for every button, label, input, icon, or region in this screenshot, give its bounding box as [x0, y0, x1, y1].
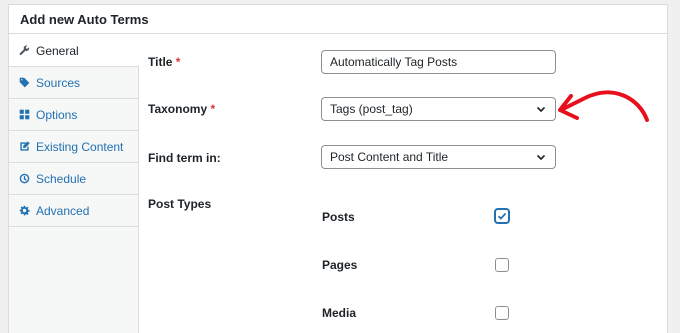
find-term-select[interactable]: Post Content and Title [321, 145, 556, 169]
chevron-down-icon [536, 154, 546, 161]
sidebar-item-options[interactable]: Options [9, 99, 138, 131]
panel-title: Add new Auto Terms [9, 5, 667, 34]
post-types-label: Post Types [148, 197, 212, 211]
taxonomy-label: Taxonomy * [148, 102, 216, 116]
sidebar-item-advanced[interactable]: Advanced [9, 195, 138, 227]
tag-icon [19, 77, 30, 88]
checkmark-icon [497, 212, 507, 220]
chevron-down-icon [536, 106, 546, 113]
find-term-label: Find term in: [148, 151, 221, 165]
sidebar-item-label: Advanced [36, 203, 90, 218]
post-type-pages-label: Pages [322, 258, 358, 272]
sidebar-item-existing-content[interactable]: Existing Content [9, 131, 138, 163]
sidebar-item-label: Schedule [36, 171, 87, 186]
taxonomy-select[interactable]: Tags (post_tag) [321, 97, 556, 121]
title-input[interactable]: Automatically Tag Posts [321, 50, 556, 74]
post-type-media-checkbox[interactable] [495, 306, 509, 320]
gear-icon [19, 205, 30, 216]
sidebar-item-label: General [36, 43, 79, 58]
post-type-posts-checkbox[interactable] [495, 209, 509, 223]
clock-icon [19, 173, 30, 184]
sidebar-item-label: Options [36, 107, 78, 122]
sidebar-item-general[interactable]: General [9, 35, 139, 67]
post-type-pages-checkbox[interactable] [495, 258, 509, 272]
title-label: Title * [148, 55, 181, 69]
auto-terms-panel: Add new Auto Terms General Sources Optio… [8, 4, 668, 333]
post-type-media-label: Media [322, 306, 357, 320]
sidebar-item-sources[interactable]: Sources [9, 67, 138, 99]
edit-icon [19, 141, 30, 152]
wrench-icon [19, 45, 30, 56]
sidebar-item-schedule[interactable]: Schedule [9, 163, 138, 195]
grid-icon [19, 109, 30, 120]
sidebar-item-label: Existing Content [36, 139, 124, 154]
sidebar-item-label: Sources [36, 75, 81, 90]
sidebar: General Sources Options Existing Content… [9, 35, 139, 333]
annotation-arrow-icon [558, 90, 649, 122]
post-type-posts-label: Posts [322, 210, 355, 224]
